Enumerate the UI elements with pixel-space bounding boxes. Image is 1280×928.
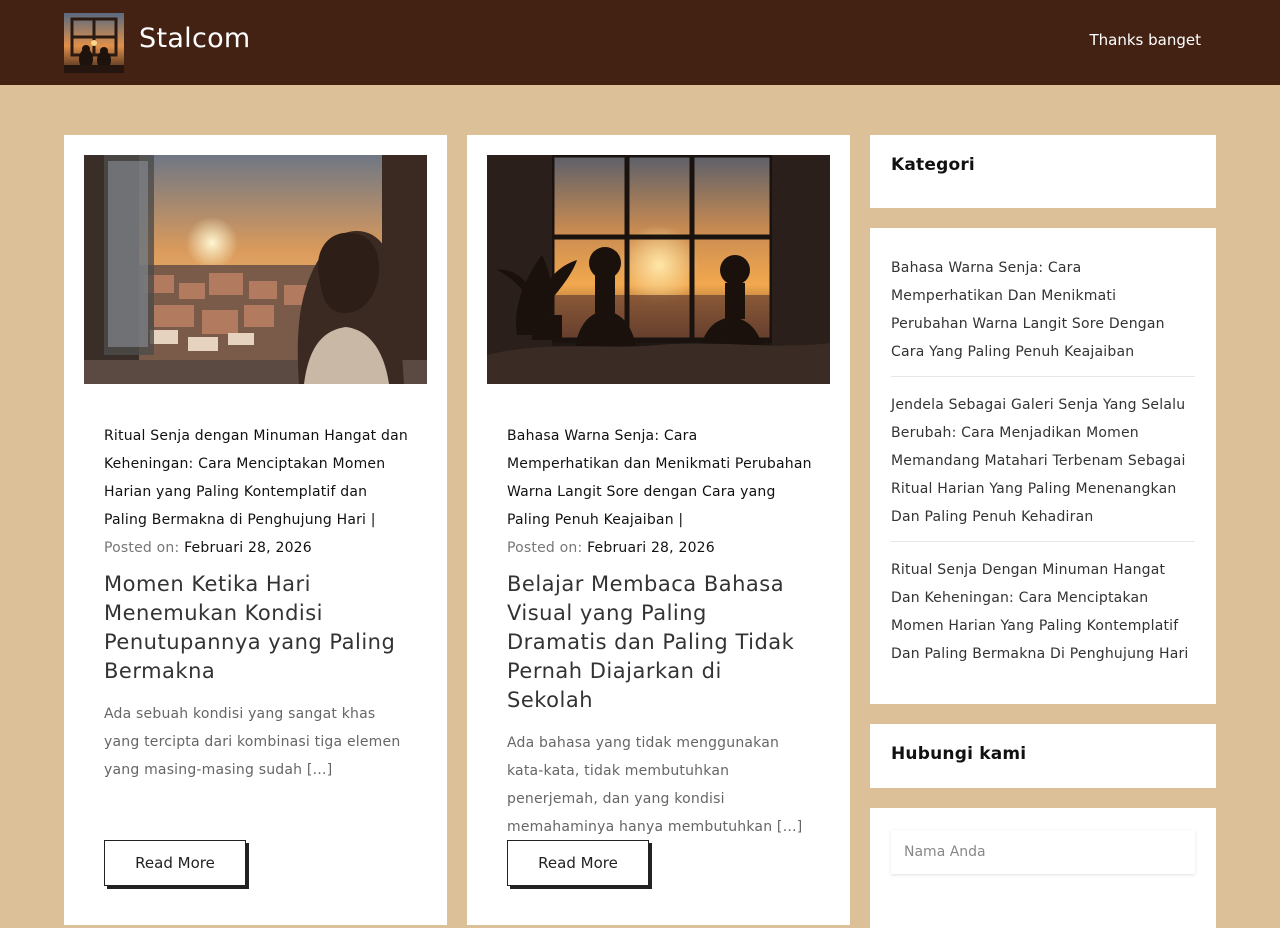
post-card: Ritual Senja dengan Minuman Hangat dan K…: [64, 135, 447, 925]
site-title[interactable]: Stalcom: [139, 22, 251, 56]
post-category-link[interactable]: Ritual Senja dengan Minuman Hangat dan K…: [104, 422, 409, 534]
nav-link-thanks[interactable]: Thanks banget: [1090, 30, 1202, 50]
post-excerpt: Ada bahasa yang tidak menggunakan kata-k…: [507, 735, 803, 835]
post-thumbnail[interactable]: [487, 155, 830, 384]
kategori-list: Bahasa Warna Senja: Cara Memperhatikan D…: [870, 228, 1216, 704]
read-more-button[interactable]: Read More: [104, 840, 246, 886]
kategori-item[interactable]: Ritual Senja Dengan Minuman Hangat Dan K…: [891, 556, 1195, 678]
site-logo[interactable]: [64, 13, 124, 73]
post-title[interactable]: Momen Ketika Hari Menemukan Kondisi Penu…: [104, 570, 409, 686]
kategori-title: Kategori: [891, 155, 975, 175]
post-thumbnail[interactable]: [84, 155, 427, 384]
site-header: Stalcom Thanks banget: [0, 0, 1280, 85]
post-content: Ritual Senja dengan Minuman Hangat dan K…: [104, 422, 409, 784]
posted-on-label: Posted on:: [104, 540, 180, 556]
post-excerpt: Ada sebuah kondisi yang sangat khas yang…: [104, 706, 401, 778]
post-title[interactable]: Belajar Membaca Bahasa Visual yang Palin…: [507, 570, 812, 715]
kategori-item[interactable]: Jendela Sebagai Galeri Senja Yang Selalu…: [891, 391, 1195, 542]
post-content: Bahasa Warna Senja: Cara Memperhatikan d…: [507, 422, 812, 841]
contact-widget-header: Hubungi kami: [870, 724, 1216, 788]
post-card: Bahasa Warna Senja: Cara Memperhatikan d…: [467, 135, 850, 925]
post-date[interactable]: Februari 28, 2026: [587, 540, 715, 556]
contact-title: Hubungi kami: [891, 744, 1027, 764]
name-input[interactable]: [891, 830, 1195, 874]
post-meta: Posted on: Februari 28, 2026: [104, 534, 409, 562]
contact-form: [870, 808, 1216, 928]
post-meta: Posted on: Februari 28, 2026: [507, 534, 812, 562]
kategori-item[interactable]: Bahasa Warna Senja: Cara Memperhatikan D…: [891, 254, 1195, 377]
post-date[interactable]: Februari 28, 2026: [184, 540, 312, 556]
post-category-link[interactable]: Bahasa Warna Senja: Cara Memperhatikan d…: [507, 422, 812, 534]
read-more-button[interactable]: Read More: [507, 840, 649, 886]
posted-on-label: Posted on:: [507, 540, 583, 556]
kategori-widget-header: Kategori: [870, 135, 1216, 208]
